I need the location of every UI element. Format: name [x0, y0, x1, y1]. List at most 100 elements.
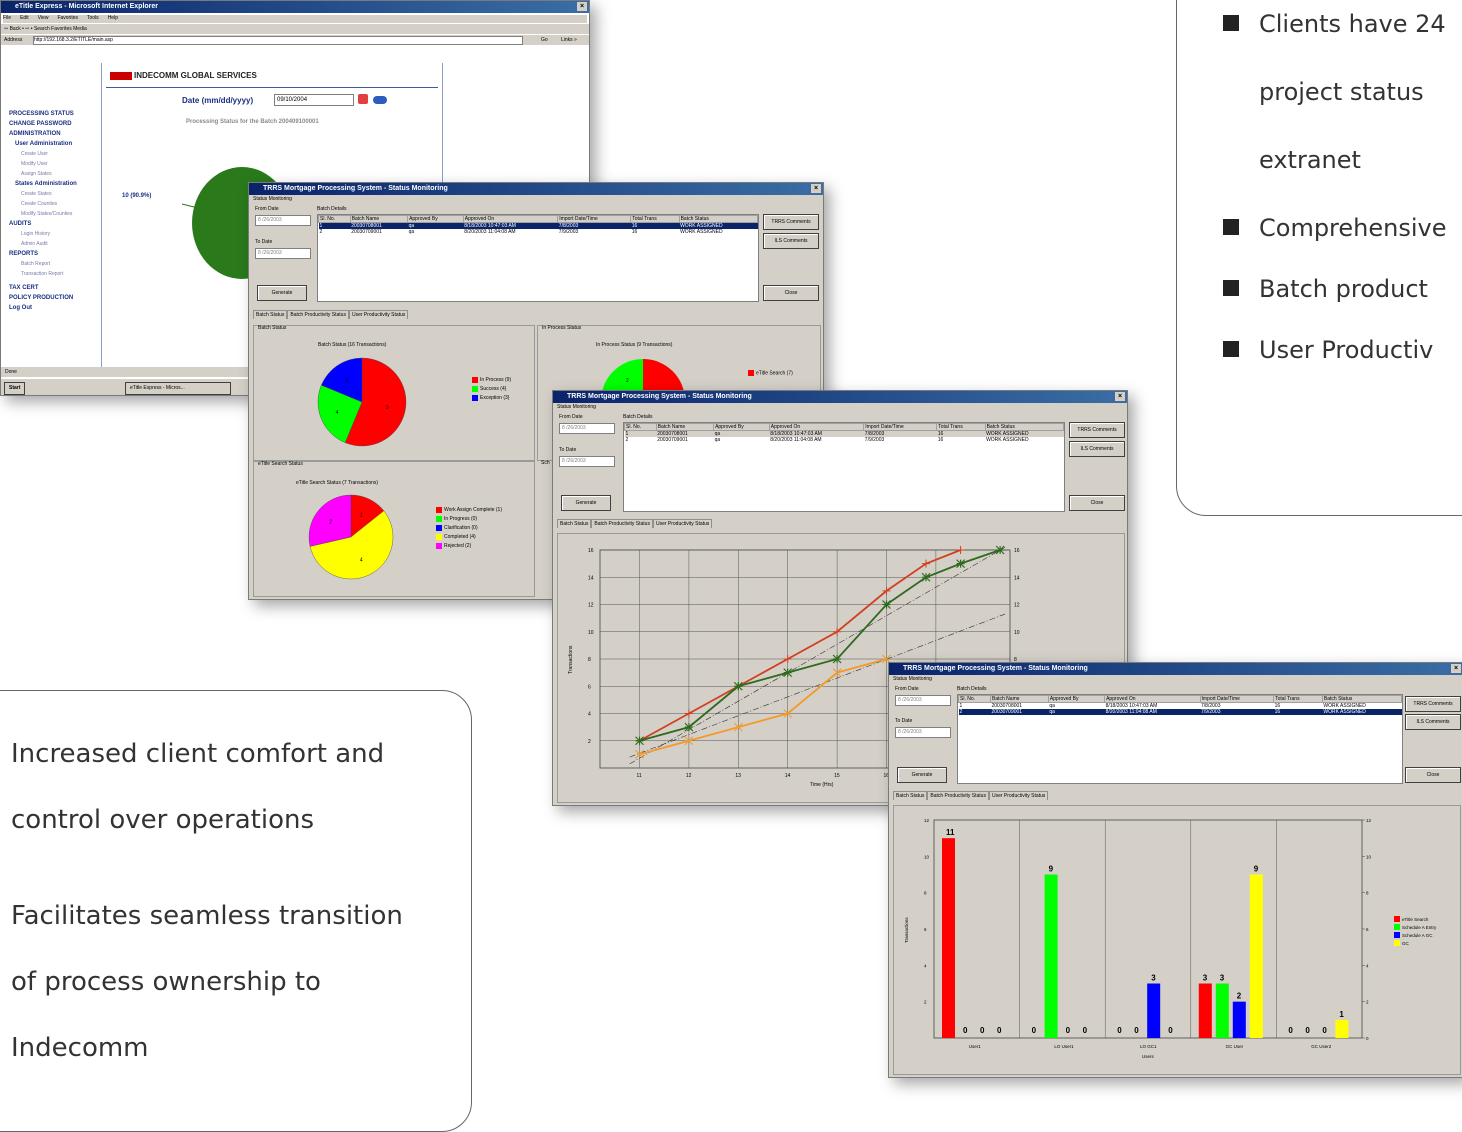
table-cell: 2: [319, 229, 323, 235]
tab-user-productivity[interactable]: User Productivity Status: [348, 310, 409, 319]
sidebar-item[interactable]: Batch Report: [9, 259, 101, 269]
sidebar-item[interactable]: TAX CERT: [9, 283, 101, 293]
legend-item: Exception (3): [472, 394, 511, 403]
menu-item[interactable]: Help: [108, 15, 118, 23]
sidebar-item[interactable]: Create Counties: [9, 199, 101, 209]
sidebar-item[interactable]: Modify States/Counties: [9, 209, 101, 219]
logo-mark: [110, 71, 132, 80]
go-icon[interactable]: [373, 96, 387, 104]
column-header: Sl. No.: [318, 215, 351, 223]
menu-item[interactable]: File: [3, 15, 11, 23]
start-button[interactable]: Start: [4, 382, 26, 395]
trrs-comments-button[interactable]: TRRS Comments: [763, 214, 819, 230]
sidebar-item[interactable]: Create User: [9, 149, 101, 159]
sidebar-item[interactable]: States Administration: [9, 179, 101, 189]
calendar-icon[interactable]: [358, 94, 368, 104]
generate-button[interactable]: Generate: [897, 767, 947, 783]
from-date-input[interactable]: 8 /26/2003: [559, 423, 615, 434]
go-button[interactable]: Go: [541, 35, 548, 45]
from-date-input[interactable]: 8 /26/2003: [255, 215, 311, 226]
tab-batch-productivity[interactable]: Batch Productivity Status: [287, 310, 349, 319]
taskbar-item[interactable]: eTitle Express - Micros...: [125, 382, 231, 395]
table-row[interactable]: 2 20030709001 qa 8/20/2003 11:04:08 AM 7/9/2…: [319, 229, 758, 235]
tab-user-productivity[interactable]: User Productivity Status: [988, 791, 1049, 800]
sidebar-item[interactable]: CHANGE PASSWORD: [9, 119, 101, 129]
close-icon[interactable]: ×: [1451, 664, 1461, 673]
y-tick-label-right: 10: [1366, 854, 1372, 859]
list-item-text: Comprehensive: [1259, 214, 1447, 242]
table-header: Sl. No. Batch Name Approved By Approved On I…: [958, 695, 1403, 703]
tab-batch-status[interactable]: Batch Status: [253, 310, 288, 319]
from-date-input[interactable]: 8 /26/2003: [895, 695, 951, 706]
table-row[interactable]: 2 20030709001 qa 8/20/2003 11:04:08 AM 7/9/2…: [958, 709, 1402, 715]
data-label: 3: [1203, 974, 1208, 983]
sidebar-item[interactable]: AUDITS: [9, 219, 101, 229]
date-input[interactable]: 09/10/2004: [274, 94, 354, 106]
column-header: Import Date/Time: [557, 215, 632, 223]
bar: [1198, 983, 1212, 1038]
close-icon[interactable]: ×: [577, 2, 587, 11]
legend-label: Work Assign Complete (1): [444, 507, 502, 513]
bar: [942, 838, 955, 1038]
pie-label: 10 (90.9%): [122, 193, 152, 199]
ils-comments-button[interactable]: ILS Comments: [1405, 714, 1461, 730]
slice-label: 4: [336, 410, 339, 416]
close-button[interactable]: Close: [1069, 495, 1125, 511]
list-item-text: Batch product: [1259, 275, 1428, 303]
sidebar-item[interactable]: Create States: [9, 189, 101, 199]
menu-item[interactable]: Favorites: [57, 15, 78, 23]
to-date-input[interactable]: 8 /26/2003: [559, 456, 615, 467]
table-cell: qa: [714, 437, 721, 443]
ils-comments-button[interactable]: ILS Comments: [1069, 441, 1125, 457]
table-cell: 8/20/2003 11:04:08 AM: [770, 437, 822, 443]
x-tick-label: User1: [969, 1044, 982, 1049]
sidebar-item[interactable]: ADMINISTRATION: [9, 129, 101, 139]
tab-batch-productivity[interactable]: Batch Productivity Status: [927, 791, 989, 800]
sidebar-item[interactable]: Assign States: [9, 169, 101, 179]
generate-button[interactable]: Generate: [561, 495, 611, 511]
sidebar-item[interactable]: Transaction Report: [9, 269, 101, 279]
sidebar-item[interactable]: POLICY PRODUCTION: [9, 293, 101, 303]
sidebar-item[interactable]: Modify User: [9, 159, 101, 169]
square-bullet-icon: [1223, 15, 1239, 31]
back-button[interactable]: ⇦ Back • ⇨ • Search Favorites Media: [4, 26, 87, 32]
tab-batch-status[interactable]: Batch Status: [893, 791, 928, 800]
to-date-input[interactable]: 8 /26/2003: [255, 248, 311, 259]
menu-item[interactable]: Tools: [87, 15, 99, 23]
table-cell: 7/9/2003: [864, 437, 885, 443]
sidebar-item[interactable]: REPORTS: [9, 249, 101, 259]
legend-label: Exception (3): [480, 395, 510, 401]
sidebar-item[interactable]: Admin Audit: [9, 239, 101, 249]
links-label[interactable]: Links »: [561, 35, 577, 45]
menu-item[interactable]: Edit: [20, 15, 29, 23]
trrs-comments-button[interactable]: TRRS Comments: [1405, 696, 1461, 712]
legend-swatch: [436, 524, 442, 531]
generate-button[interactable]: Generate: [257, 285, 307, 301]
tab-batch-productivity[interactable]: Batch Productivity Status: [591, 519, 653, 528]
legend-swatch: [472, 394, 478, 401]
table-row[interactable]: 2 20030709001 qa 8/20/2003 11:04:08 AM 7/9/2…: [625, 437, 1064, 443]
trrs-comments-button[interactable]: TRRS Comments: [1069, 422, 1125, 438]
address-input[interactable]: http://192.168.3.2/ETITLE/main.asp: [33, 36, 523, 45]
close-button[interactable]: Close: [763, 285, 819, 301]
panel-label: Batch Status: [258, 325, 287, 331]
y-tick-label: 8: [588, 657, 591, 663]
ils-comments-button[interactable]: ILS Comments: [763, 233, 819, 249]
tab-batch-status[interactable]: Batch Status: [557, 519, 592, 528]
legend-item: Schedule A Entry: [1394, 924, 1437, 930]
close-button[interactable]: Close: [1405, 767, 1461, 783]
to-date-label: To Date: [895, 718, 913, 724]
close-icon[interactable]: ×: [1115, 392, 1125, 401]
sidebar-item[interactable]: Login History: [9, 229, 101, 239]
sidebar-item[interactable]: Log Out: [9, 303, 101, 313]
menu-item[interactable]: View: [38, 15, 49, 23]
column-header: Batch Status: [1321, 695, 1403, 703]
close-icon[interactable]: ×: [811, 184, 821, 193]
to-date-input[interactable]: 8 /26/2003: [895, 727, 951, 738]
sidebar-item[interactable]: PROCESSING STATUS: [9, 109, 101, 119]
x-tick-label: 12: [686, 773, 692, 779]
sidebar-item[interactable]: User Administration: [9, 139, 101, 149]
tab-user-productivity[interactable]: User Productivity Status: [652, 519, 713, 528]
tab-bar: Batch Status Batch Productivity Status Use…: [253, 310, 409, 319]
legend-label: GC: [1402, 941, 1410, 946]
